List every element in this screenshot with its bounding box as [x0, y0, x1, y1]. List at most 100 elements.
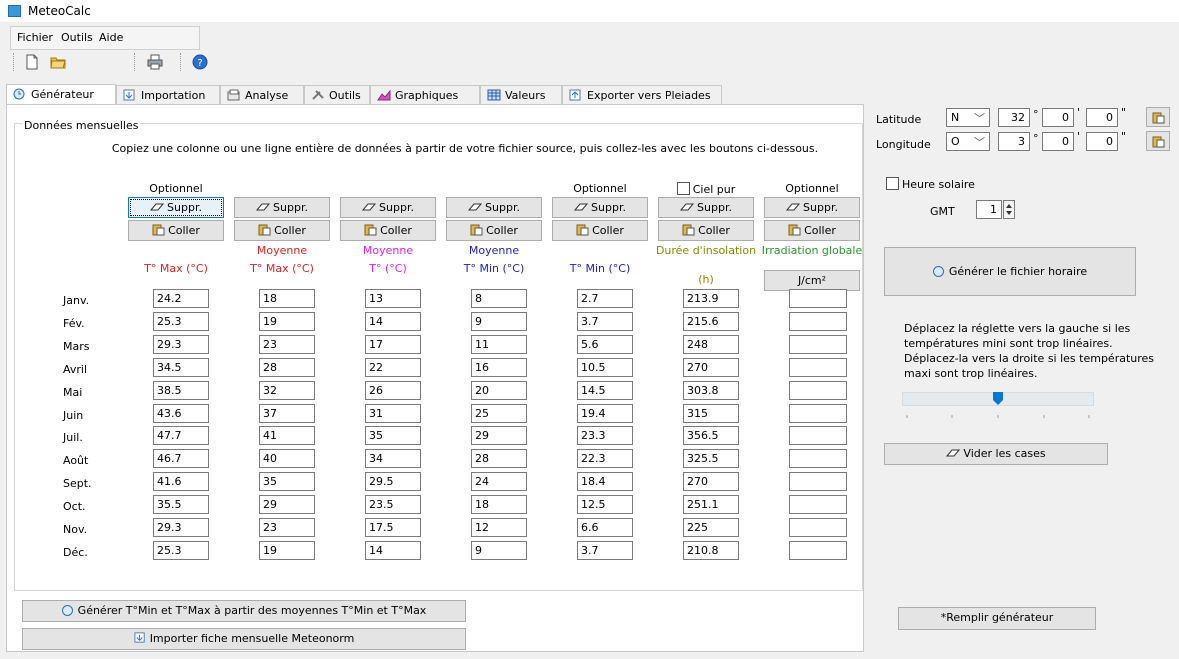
data-cell[interactable]: 11: [471, 335, 527, 354]
open-folder-icon[interactable]: [50, 54, 66, 70]
latitude-minutes-field[interactable]: 0: [1042, 108, 1074, 127]
longitude-degrees-field[interactable]: 3: [998, 132, 1030, 151]
tab-analyse[interactable]: Analyse: [220, 85, 304, 104]
data-cell[interactable]: 210.8: [683, 541, 739, 560]
col4-suppr-button[interactable]: Suppr.: [446, 197, 542, 218]
tab-importation[interactable]: Importation: [116, 85, 220, 104]
data-cell[interactable]: 251.1: [683, 495, 739, 514]
data-cell[interactable]: 23: [259, 335, 315, 354]
latitude-paste-button[interactable]: [1146, 107, 1170, 127]
data-cell[interactable]: 23: [259, 518, 315, 537]
data-cell[interactable]: 215.6: [683, 312, 739, 331]
data-cell[interactable]: 8: [471, 289, 527, 308]
col7-suppr-button[interactable]: Suppr.: [764, 197, 860, 218]
longitude-seconds-field[interactable]: 0: [1086, 132, 1118, 151]
latitude-degrees-field[interactable]: 32: [998, 108, 1030, 127]
tab-exporter[interactable]: Exporter vers Pleiades: [562, 85, 722, 104]
col1-coller-button[interactable]: Coller: [128, 220, 224, 241]
data-cell[interactable]: 12: [471, 518, 527, 537]
tab-outils[interactable]: Outils: [304, 85, 370, 104]
longitude-direction-select[interactable]: O ﹀: [946, 132, 990, 151]
data-cell[interactable]: 40: [259, 449, 315, 468]
data-cell[interactable]: 28: [259, 358, 315, 377]
data-cell[interactable]: 43.6: [153, 404, 209, 423]
data-cell[interactable]: 29: [471, 426, 527, 445]
data-cell[interactable]: 37: [259, 404, 315, 423]
data-cell[interactable]: 29.3: [153, 335, 209, 354]
data-cell[interactable]: 29.3: [153, 518, 209, 537]
menu-outils[interactable]: Outils: [61, 31, 93, 44]
data-cell[interactable]: 32: [259, 381, 315, 400]
data-cell[interactable]: 25: [471, 404, 527, 423]
data-cell[interactable]: 19: [259, 312, 315, 331]
data-cell[interactable]: 22.3: [577, 449, 633, 468]
temperature-slider-track[interactable]: [902, 392, 1094, 406]
data-cell[interactable]: 12.5: [577, 495, 633, 514]
menu-fichier[interactable]: Fichier: [17, 31, 53, 44]
latitude-seconds-field[interactable]: 0: [1086, 108, 1118, 127]
col5-suppr-button[interactable]: Suppr.: [552, 197, 648, 218]
data-cell[interactable]: 17: [365, 335, 421, 354]
data-cell[interactable]: 24.2: [153, 289, 209, 308]
data-cell[interactable]: 18: [259, 289, 315, 308]
data-cell[interactable]: 248: [683, 335, 739, 354]
data-cell[interactable]: 17.5: [365, 518, 421, 537]
data-cell[interactable]: 34: [365, 449, 421, 468]
data-cell[interactable]: 9: [471, 312, 527, 331]
col6-suppr-button[interactable]: Suppr.: [658, 197, 754, 218]
col7-coller-button[interactable]: Coller: [764, 220, 860, 241]
data-cell[interactable]: [789, 495, 847, 514]
data-cell[interactable]: 270: [683, 358, 739, 377]
data-cell[interactable]: 20: [471, 381, 527, 400]
data-cell[interactable]: [789, 472, 847, 491]
data-cell[interactable]: 18.4: [577, 472, 633, 491]
gmt-field[interactable]: 1: [976, 200, 1002, 219]
heure-solaire-checkbox[interactable]: Heure solaire: [886, 177, 975, 191]
data-cell[interactable]: 13: [365, 289, 421, 308]
data-cell[interactable]: 356.5: [683, 426, 739, 445]
col4-coller-button[interactable]: Coller: [446, 220, 542, 241]
menu-aide[interactable]: Aide: [99, 31, 123, 44]
latitude-direction-select[interactable]: N ﹀: [946, 108, 990, 127]
data-cell[interactable]: 19.4: [577, 404, 633, 423]
data-cell[interactable]: 47.7: [153, 426, 209, 445]
tab-valeurs[interactable]: Valeurs: [480, 85, 562, 104]
col3-coller-button[interactable]: Coller: [340, 220, 436, 241]
data-cell[interactable]: 34.5: [153, 358, 209, 377]
tab-generateur[interactable]: Générateur: [6, 84, 116, 105]
col2-suppr-button[interactable]: Suppr.: [234, 197, 330, 218]
data-cell[interactable]: 23.5: [365, 495, 421, 514]
slider-thumb[interactable]: [993, 392, 1003, 405]
help-icon[interactable]: ?: [192, 54, 208, 70]
data-cell[interactable]: 46.7: [153, 449, 209, 468]
data-cell[interactable]: 25.3: [153, 312, 209, 331]
data-cell[interactable]: 225: [683, 518, 739, 537]
data-cell[interactable]: 25.3: [153, 541, 209, 560]
data-cell[interactable]: 213.9: [683, 289, 739, 308]
longitude-minutes-field[interactable]: 0: [1042, 132, 1074, 151]
col3-suppr-button[interactable]: Suppr.: [340, 197, 436, 218]
data-cell[interactable]: 35: [365, 426, 421, 445]
data-cell[interactable]: 14.5: [577, 381, 633, 400]
unit-jcm2-button[interactable]: J/cm²: [764, 270, 860, 291]
data-cell[interactable]: 41: [259, 426, 315, 445]
data-cell[interactable]: 14: [365, 541, 421, 560]
data-cell[interactable]: 315: [683, 404, 739, 423]
data-cell[interactable]: 35.5: [153, 495, 209, 514]
data-cell[interactable]: 29.5: [365, 472, 421, 491]
data-cell[interactable]: [789, 426, 847, 445]
ciel-pur-checkbox[interactable]: Ciel pur: [646, 182, 766, 196]
col1-suppr-button[interactable]: Suppr.: [128, 197, 224, 218]
data-cell[interactable]: [789, 449, 847, 468]
longitude-paste-button[interactable]: [1146, 131, 1170, 151]
data-cell[interactable]: 303.8: [683, 381, 739, 400]
data-cell[interactable]: [789, 335, 847, 354]
tab-graphiques[interactable]: Graphiques: [370, 85, 480, 104]
data-cell[interactable]: [789, 289, 847, 308]
data-cell[interactable]: 24: [471, 472, 527, 491]
col6-coller-button[interactable]: Coller: [658, 220, 754, 241]
data-cell[interactable]: [789, 312, 847, 331]
data-cell[interactable]: [789, 541, 847, 560]
data-cell[interactable]: 16: [471, 358, 527, 377]
data-cell[interactable]: 23.3: [577, 426, 633, 445]
